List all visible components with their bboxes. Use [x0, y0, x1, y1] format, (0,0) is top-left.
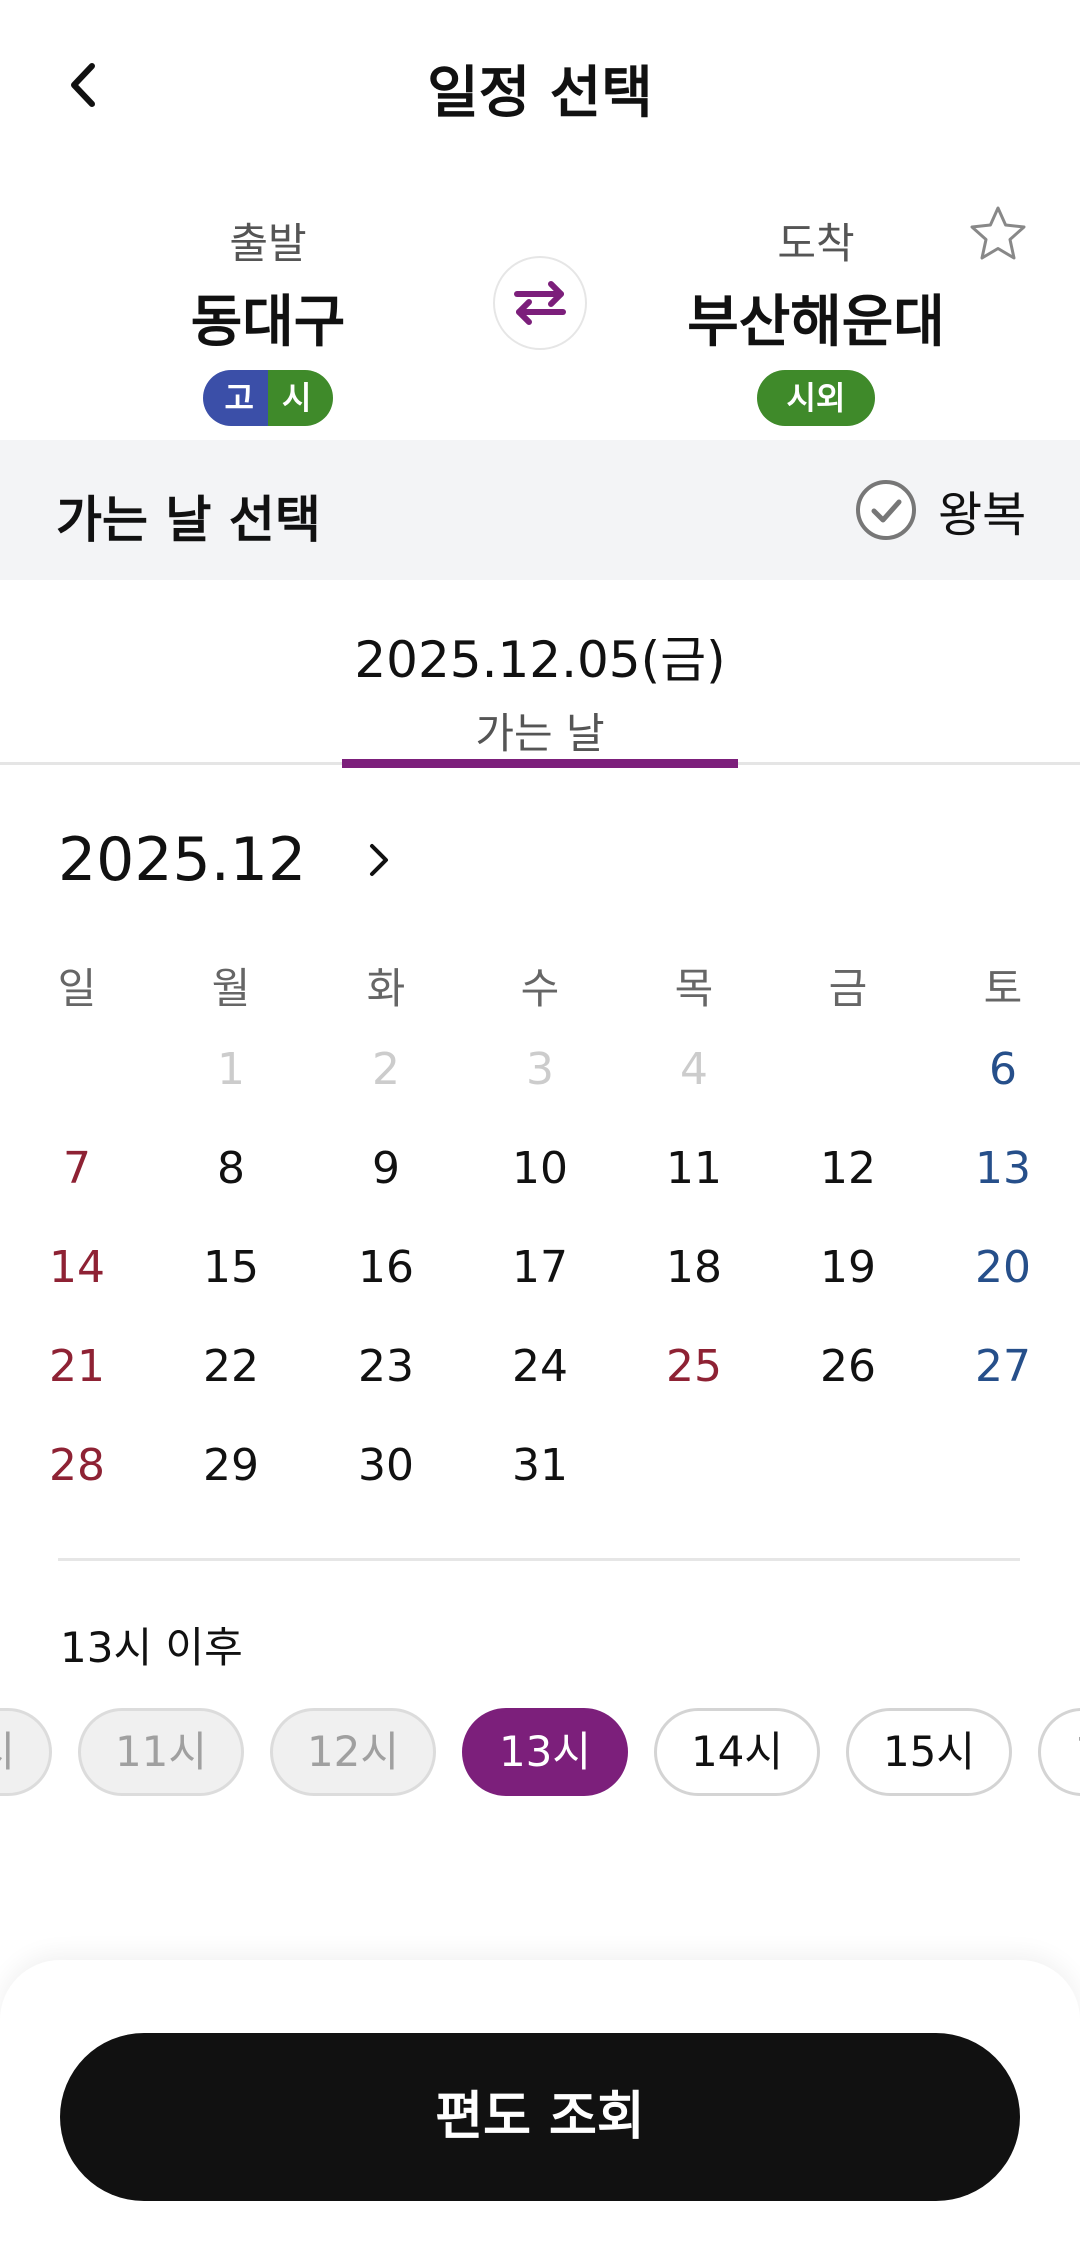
date-select-title: 가는 날 선택	[56, 491, 321, 549]
calendar-day[interactable]: 10	[490, 1119, 590, 1219]
calendar-day[interactable]: 16	[336, 1218, 436, 1318]
bottom-action-area: 편도 조회	[0, 1960, 1080, 2260]
calendar-day[interactable]: 22	[181, 1317, 281, 1417]
divider	[58, 1558, 1020, 1561]
time-chip-list: 10시 11시 12시 13시 14시 15시 16시	[0, 1706, 1080, 1802]
weekday-header: 일 월 화 수 목 금 토	[0, 955, 1080, 1015]
calendar-day: 1	[217, 1044, 245, 1095]
route-section: 출발 동대구 고 시 도착 부산해운대 시외	[0, 190, 1080, 440]
weekday-label: 화	[366, 964, 406, 1013]
calendar-day: 2	[372, 1044, 400, 1095]
weekday-label: 월	[211, 964, 251, 1013]
calendar-day[interactable]: 13	[953, 1119, 1053, 1219]
tab-indicator	[342, 759, 738, 768]
calendar-day[interactable]: 14	[27, 1218, 127, 1318]
calendar-day[interactable]: 18	[644, 1218, 744, 1318]
calendar-day-holiday[interactable]: 25	[644, 1317, 744, 1417]
next-month-button[interactable]	[354, 830, 404, 890]
calendar-day: 3	[526, 1044, 554, 1095]
header: 일정 선택	[0, 0, 1080, 170]
intercity-badge: 시	[268, 370, 334, 426]
time-chip-selected[interactable]: 13시	[462, 1708, 628, 1796]
calendar-day[interactable]: 17	[490, 1218, 590, 1318]
weekday-label: 토	[983, 964, 1023, 1013]
swap-button[interactable]	[493, 256, 587, 350]
calendar-day[interactable]: 29	[181, 1416, 281, 1516]
check-icon	[856, 480, 916, 540]
chevron-right-icon	[370, 844, 389, 876]
time-filter-title: 13시 이후	[60, 1623, 243, 1672]
swap-arrows-icon	[514, 281, 566, 325]
weekday-label: 금	[828, 964, 868, 1013]
calendar-day[interactable]: 9	[336, 1119, 436, 1219]
page-title: 일정 선택	[427, 61, 653, 126]
calendar-day[interactable]: 15	[181, 1218, 281, 1318]
time-chip[interactable]: 11시	[78, 1708, 244, 1796]
favorite-button[interactable]	[968, 204, 1028, 264]
calendar-day[interactable]: 8	[181, 1119, 281, 1219]
tab-departure-date[interactable]: 2025.12.05(금) 가는 날	[342, 580, 738, 768]
time-chip[interactable]: 14시	[654, 1708, 820, 1796]
intercity-badge: 시외	[756, 370, 876, 426]
calendar-day-selected[interactable]: 5	[798, 1020, 898, 1120]
time-chip[interactable]: 16시	[1038, 1708, 1080, 1796]
calendar-day[interactable]: 30	[336, 1416, 436, 1516]
calendar-day[interactable]: 31	[490, 1416, 590, 1516]
star-icon	[970, 206, 1026, 260]
weekday-label: 일	[57, 964, 97, 1013]
round-trip-label: 왕복	[938, 487, 1027, 543]
calendar-day[interactable]: 6	[953, 1020, 1053, 1120]
month-header: 2025.12	[58, 820, 404, 900]
calendar-day[interactable]: 21	[27, 1317, 127, 1417]
calendar-day[interactable]: 26	[798, 1317, 898, 1417]
arrival-terminal[interactable]: 도착 부산해운대 시외	[616, 210, 1016, 426]
search-button[interactable]: 편도 조회	[60, 2033, 1020, 2201]
calendar-day[interactable]: 23	[336, 1317, 436, 1417]
date-tab-bar: 2025.12.05(금) 가는 날	[0, 580, 1080, 768]
weekday-label: 수	[520, 964, 560, 1013]
departure-label: 출발	[229, 219, 307, 268]
calendar-day[interactable]: 27	[953, 1317, 1053, 1417]
time-chip[interactable]: 10시	[0, 1708, 52, 1796]
calendar-day[interactable]: 28	[27, 1416, 127, 1516]
arrival-label: 도착	[777, 219, 855, 268]
time-chip[interactable]: 15시	[846, 1708, 1012, 1796]
calendar-day[interactable]: 24	[490, 1317, 590, 1417]
calendar-day[interactable]: 20	[953, 1218, 1053, 1318]
departure-terminal[interactable]: 출발 동대구 고 시	[68, 210, 468, 426]
express-badge: 고	[202, 370, 268, 426]
calendar-day[interactable]: 12	[798, 1119, 898, 1219]
time-chip[interactable]: 12시	[270, 1708, 436, 1796]
round-trip-toggle[interactable]: 왕복	[856, 478, 1027, 543]
calendar-day[interactable]: 19	[798, 1218, 898, 1318]
departure-type-badge: 고 시	[202, 370, 334, 426]
selected-date: 2025.12.05(금)	[354, 631, 726, 689]
calendar-day: 4	[680, 1044, 708, 1095]
calendar-day[interactable]: 7	[27, 1119, 127, 1219]
month-label: 2025.12	[58, 825, 307, 895]
departure-name: 동대구	[190, 290, 346, 355]
arrival-name: 부산해운대	[687, 290, 945, 355]
tab-label: 가는 날	[475, 709, 605, 758]
date-select-bar: 가는 날 선택 왕복	[0, 440, 1080, 580]
calendar-day[interactable]: 11	[644, 1119, 744, 1219]
weekday-label: 목	[674, 964, 714, 1013]
